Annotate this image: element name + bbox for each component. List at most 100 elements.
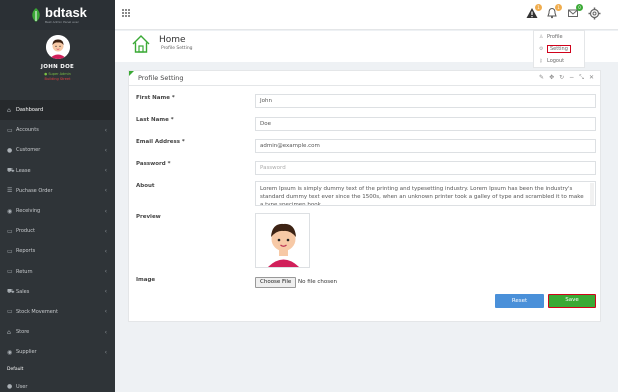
cart-icon: ⛟ [7, 287, 15, 295]
minimize-icon[interactable]: − [569, 74, 574, 82]
sidebar-item-store[interactable]: ⌂ Store ‹ [0, 322, 115, 342]
sidebar-item-accounts[interactable]: ▭ Accounts ‹ [0, 120, 115, 140]
settings-gear-icon[interactable] [587, 7, 601, 21]
sidebar-section-default: Default [7, 366, 24, 372]
sidebar-item-dashboard[interactable]: ⌂ Dashboard [0, 100, 115, 121]
sidebar-nav: ⌂ Dashboard ▭ Accounts ‹ ● Customer ‹ ⛟ … [0, 100, 115, 392]
page-subtitle: Profile Setting [161, 46, 193, 51]
sidebar-item-label: Receiving [16, 208, 41, 215]
dropdown-item-setting[interactable]: ⚙ Setting [534, 43, 584, 55]
user-street: Building Street [44, 77, 71, 81]
dropdown-item-label: Profile [547, 34, 563, 40]
user-dropdown-menu: ♙ Profile ⚙ Setting ⚷ Logout [533, 30, 585, 68]
last-name-field[interactable]: Doe [255, 117, 596, 131]
edit-pencil-icon[interactable]: ✎ [539, 74, 544, 82]
eye-icon: ◉ [7, 207, 13, 215]
card-title: Profile Setting [138, 74, 184, 82]
about-label: About [136, 183, 155, 189]
sidebar-item-return[interactable]: ▭ Return ‹ [0, 262, 115, 282]
page-title: Home [159, 35, 186, 45]
mail-badge: 0 [576, 4, 583, 11]
sidebar-item-label: Sales [16, 288, 30, 295]
sidebar-item-reports[interactable]: ▭ Reports ‹ [0, 241, 115, 261]
save-button[interactable]: Save [548, 294, 596, 308]
sidebar-profile: JOHN DOE ● Super Admin Building Street [0, 35, 115, 81]
sidebar-item-customer[interactable]: ● Customer ‹ [0, 140, 115, 160]
brand-tagline: Best Admin Panel ever [45, 19, 79, 24]
sidebar-item-lease[interactable]: ⛟ Lease ‹ [0, 161, 115, 181]
alert-icon[interactable]: 1 [525, 4, 542, 21]
mail-icon[interactable]: 0 [566, 4, 583, 21]
file-status: No file chosen [298, 279, 337, 285]
password-field[interactable]: Password [255, 161, 596, 175]
user-role: ● Super Admin [44, 72, 71, 76]
sidebar-item-receiving[interactable]: ◉ Receiving ‹ [0, 201, 115, 221]
reset-button[interactable]: Reset [495, 294, 544, 308]
first-name-field[interactable]: John [255, 94, 596, 108]
about-textarea[interactable]: Lorem Ipsum is simply dummy text of the … [255, 181, 596, 206]
dropdown-item-label: Logout [547, 58, 565, 64]
chevron-left-icon: ‹ [104, 207, 107, 215]
sidebar-item-label: Supplier [16, 349, 37, 356]
bell-badge: 1 [555, 4, 562, 11]
profile-setting-card: Profile Setting ✎ ✥ ↻ − ⤡ ✕ First Name *… [128, 70, 601, 322]
home-icon: ⌂ [7, 106, 11, 114]
sidebar-item-label: Reports [16, 248, 36, 255]
textarea-scrollbar[interactable] [590, 183, 594, 205]
home-outline-icon [132, 35, 150, 53]
folder-icon: ▭ [7, 268, 13, 276]
sidebar-item-purchase-order[interactable]: ☰ Puchase Order ‹ [0, 181, 115, 201]
alert-badge: 1 [535, 4, 542, 11]
sidebar-item-sales[interactable]: ⛟ Sales ‹ [0, 282, 115, 302]
chevron-left-icon: ‹ [104, 167, 107, 175]
chevron-left-icon: ‹ [104, 146, 107, 154]
last-name-label: Last Name * [136, 117, 174, 123]
sidebar-item-label: Accounts [16, 127, 39, 134]
brand[interactable]: bdtask Best Admin Panel ever [0, 0, 115, 30]
sidebar-item-stock-movement[interactable]: ▭ Stock Movement ‹ [0, 302, 115, 322]
sidebar-item-supplier[interactable]: ◉ Supplier ‹ [0, 342, 115, 362]
chevron-left-icon: ‹ [104, 348, 107, 356]
bell-icon[interactable]: 1 [545, 4, 562, 21]
move-icon[interactable]: ✥ [549, 74, 554, 82]
sidebar-item-label: Lease [16, 167, 31, 174]
folder-icon: ▭ [7, 247, 13, 255]
sidebar-item-label: Stock Movement [16, 308, 58, 315]
chevron-left-icon: ‹ [104, 247, 107, 255]
chevron-left-icon: ‹ [104, 187, 107, 195]
chevron-left-icon: ‹ [104, 227, 107, 235]
choose-file-button[interactable]: Choose File [255, 277, 297, 288]
sidebar-item-product[interactable]: ▭ Product ‹ [0, 221, 115, 241]
folder-icon: ▭ [7, 126, 13, 134]
dropdown-item-profile[interactable]: ♙ Profile [534, 31, 584, 43]
sidebar-item-label: Product [16, 228, 35, 235]
refresh-icon[interactable]: ↻ [559, 74, 564, 82]
chevron-left-icon: ‹ [104, 328, 107, 336]
chevron-left-icon: ‹ [104, 126, 107, 134]
first-name-label: First Name * [136, 95, 175, 101]
sidebar-item-label: Store [16, 329, 30, 336]
preview-image [255, 213, 310, 268]
chevron-left-icon: ‹ [104, 268, 107, 276]
user-name: JOHN DOE [40, 64, 75, 70]
close-icon[interactable]: ✕ [589, 74, 594, 82]
avatar[interactable] [45, 35, 70, 59]
avatar-icon [45, 35, 70, 59]
leaf-logo-icon [32, 8, 40, 22]
dropdown-item-logout[interactable]: ⚷ Logout [534, 55, 584, 67]
store-icon: ⌂ [7, 328, 11, 336]
folder-icon: ▭ [7, 308, 13, 316]
cart-icon: ⛟ [7, 166, 15, 174]
sidebar-item-label: User [16, 383, 28, 390]
expand-icon[interactable]: ⤡ [579, 74, 584, 82]
sidebar-item-user[interactable]: ● User [0, 376, 115, 392]
eye-icon: ◉ [7, 348, 13, 356]
email-field[interactable]: admin@example.com [255, 139, 596, 153]
card-toolbar: ✎ ✥ ↻ − ⤡ ✕ [539, 74, 594, 82]
brand-name: bdtask [45, 4, 87, 20]
menu-grid-icon[interactable] [122, 9, 130, 17]
preview-label: Preview [136, 214, 161, 220]
card-header: Profile Setting ✎ ✥ ↻ − ⤡ ✕ [129, 71, 600, 86]
password-label: Password * [136, 161, 171, 167]
dropdown-item-label: Setting [547, 45, 571, 53]
